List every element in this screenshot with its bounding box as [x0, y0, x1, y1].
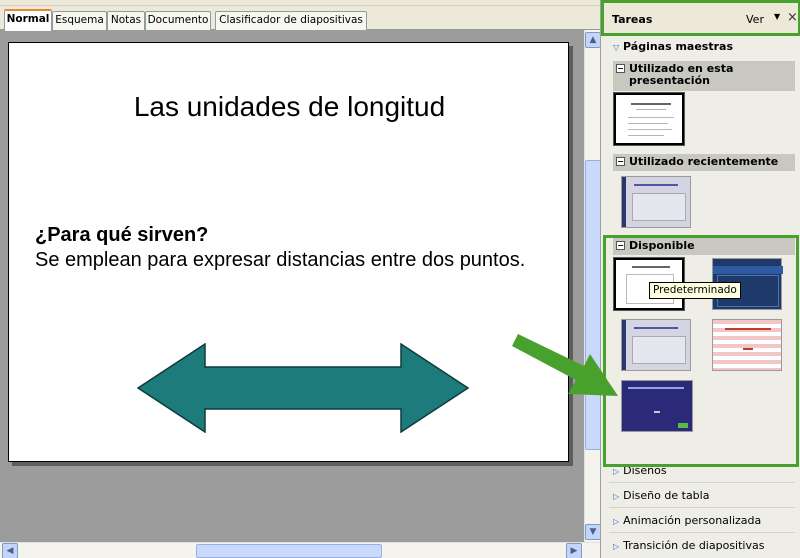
section-transicion[interactable]: ▷ Transición de diapositivas	[613, 539, 764, 552]
toolbar-strip	[0, 0, 600, 6]
slide-canvas[interactable]: Las unidades de longitud ¿Para qué sirve…	[8, 42, 569, 462]
vertical-scroll-thumb[interactable]	[585, 160, 601, 450]
section-label: Transición de diapositivas	[623, 539, 765, 552]
triangle-right-icon: ▷	[613, 517, 620, 526]
slide-title[interactable]: Las unidades de longitud	[9, 91, 570, 123]
section-diseno-tabla[interactable]: ▷ Diseño de tabla	[613, 489, 709, 502]
triangle-right-icon: ▷	[613, 542, 620, 551]
scroll-right-button[interactable]: ▶	[566, 543, 582, 558]
triangle-down-icon: ▽	[613, 43, 620, 52]
group-label: Utilizado en esta presentación	[629, 62, 734, 87]
tab-clasificador[interactable]: Clasificador de diapositivas	[215, 11, 367, 30]
master-thumbnail-current[interactable]	[613, 92, 685, 146]
scroll-left-button[interactable]: ◀	[2, 543, 18, 558]
double-arrow-shape[interactable]	[137, 343, 469, 433]
group-recently-used[interactable]: − Utilizado recientemente	[613, 154, 795, 171]
section-label: Animación personalizada	[623, 514, 762, 527]
slide-body: Se emplean para expresar distancias entr…	[35, 249, 526, 271]
scroll-up-button[interactable]: ▲	[585, 32, 601, 48]
scroll-down-button[interactable]: ▼	[585, 524, 601, 540]
minus-box-icon[interactable]: −	[616, 64, 625, 73]
slide-body-text[interactable]: ¿Para qué sirven? Se emplean para expres…	[35, 223, 540, 273]
task-pane-title: Tareas	[612, 13, 653, 26]
pointer-arrow-icon	[512, 334, 618, 396]
section-title: Páginas maestras	[623, 40, 734, 53]
section-paginas-maestras[interactable]: ▽ Páginas maestras	[613, 40, 733, 53]
tab-documento[interactable]: Documento	[145, 11, 211, 30]
close-icon[interactable]: ×	[787, 10, 798, 25]
vertical-scrollbar[interactable]: ▲ ▼	[584, 30, 601, 542]
section-animacion[interactable]: ▷ Animación personalizada	[613, 514, 761, 527]
task-pane-header: Tareas Ver ▼ ×	[601, 0, 800, 36]
tab-normal[interactable]: Normal	[4, 9, 52, 31]
highlight-box	[603, 235, 799, 467]
horizontal-scrollbar[interactable]: ◀ ▶	[0, 542, 600, 558]
triangle-right-icon: ▷	[613, 492, 620, 501]
master-thumbnail-recent[interactable]	[621, 176, 691, 228]
slide-heading: ¿Para qué sirven?	[35, 224, 209, 246]
view-tab-bar: Normal Esquema Notas Documento Clasifica…	[0, 0, 600, 31]
triangle-right-icon: ▷	[613, 467, 620, 476]
minus-box-icon[interactable]: −	[616, 157, 625, 166]
dropdown-arrow-icon[interactable]: ▼	[774, 12, 780, 21]
view-menu-button[interactable]: Ver	[746, 13, 764, 26]
tab-notas[interactable]: Notas	[107, 11, 145, 30]
section-label: Diseño de tabla	[623, 489, 710, 502]
tooltip: Predeterminado	[649, 282, 741, 299]
group-label: Utilizado recientemente	[629, 155, 779, 168]
horizontal-scroll-thumb[interactable]	[196, 544, 382, 558]
tab-esquema[interactable]: Esquema	[52, 11, 107, 30]
slide-workspace: Las unidades de longitud ¿Para qué sirve…	[0, 30, 584, 542]
group-used-in-presentation[interactable]: − Utilizado en esta presentación	[613, 61, 795, 91]
